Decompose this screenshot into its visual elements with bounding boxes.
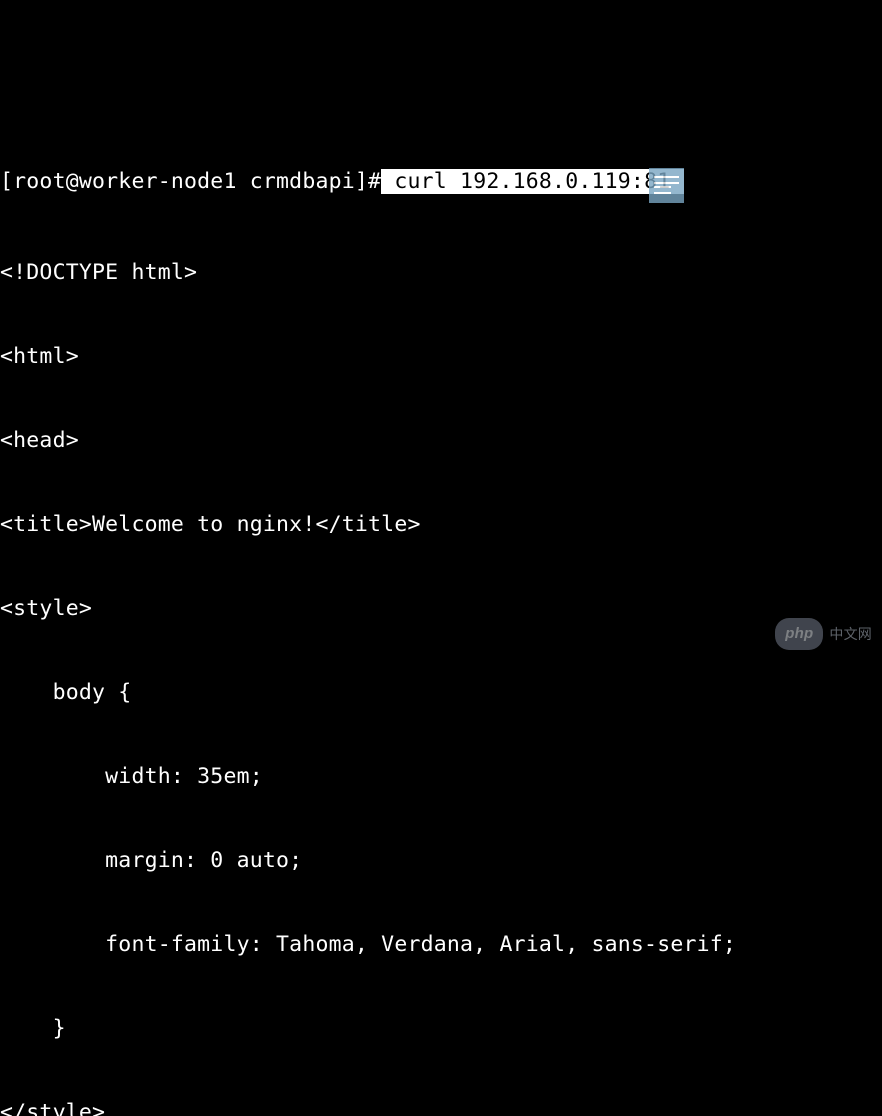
watermark-text: 中文网 xyxy=(829,620,872,648)
watermark: php 中文网 xyxy=(775,618,872,650)
output-line: <head> xyxy=(0,427,882,455)
output-line: body { xyxy=(0,679,882,707)
watermark-logo: php xyxy=(775,618,823,650)
output-line: <!DOCTYPE html> xyxy=(0,259,882,287)
output-line: } xyxy=(0,1015,882,1043)
prompt-line: [root@worker-node1 crmdbapi]# curl 192.1… xyxy=(0,168,882,203)
output-line: </style> xyxy=(0,1099,882,1116)
output-line: <title>Welcome to nginx!</title> xyxy=(0,511,882,539)
text-cursor-icon xyxy=(649,168,684,203)
output-line: font-family: Tahoma, Verdana, Arial, san… xyxy=(0,931,882,959)
command-text: curl 192.168.0.119:81 xyxy=(381,169,683,194)
output-line: <style> xyxy=(0,595,882,623)
output-line: <html> xyxy=(0,343,882,371)
shell-prompt: [root@worker-node1 crmdbapi]# xyxy=(0,169,381,194)
output-line: margin: 0 auto; xyxy=(0,847,882,875)
terminal-window[interactable]: [root@worker-node1 crmdbapi]# curl 192.1… xyxy=(0,112,882,670)
output-line: width: 35em; xyxy=(0,763,882,791)
